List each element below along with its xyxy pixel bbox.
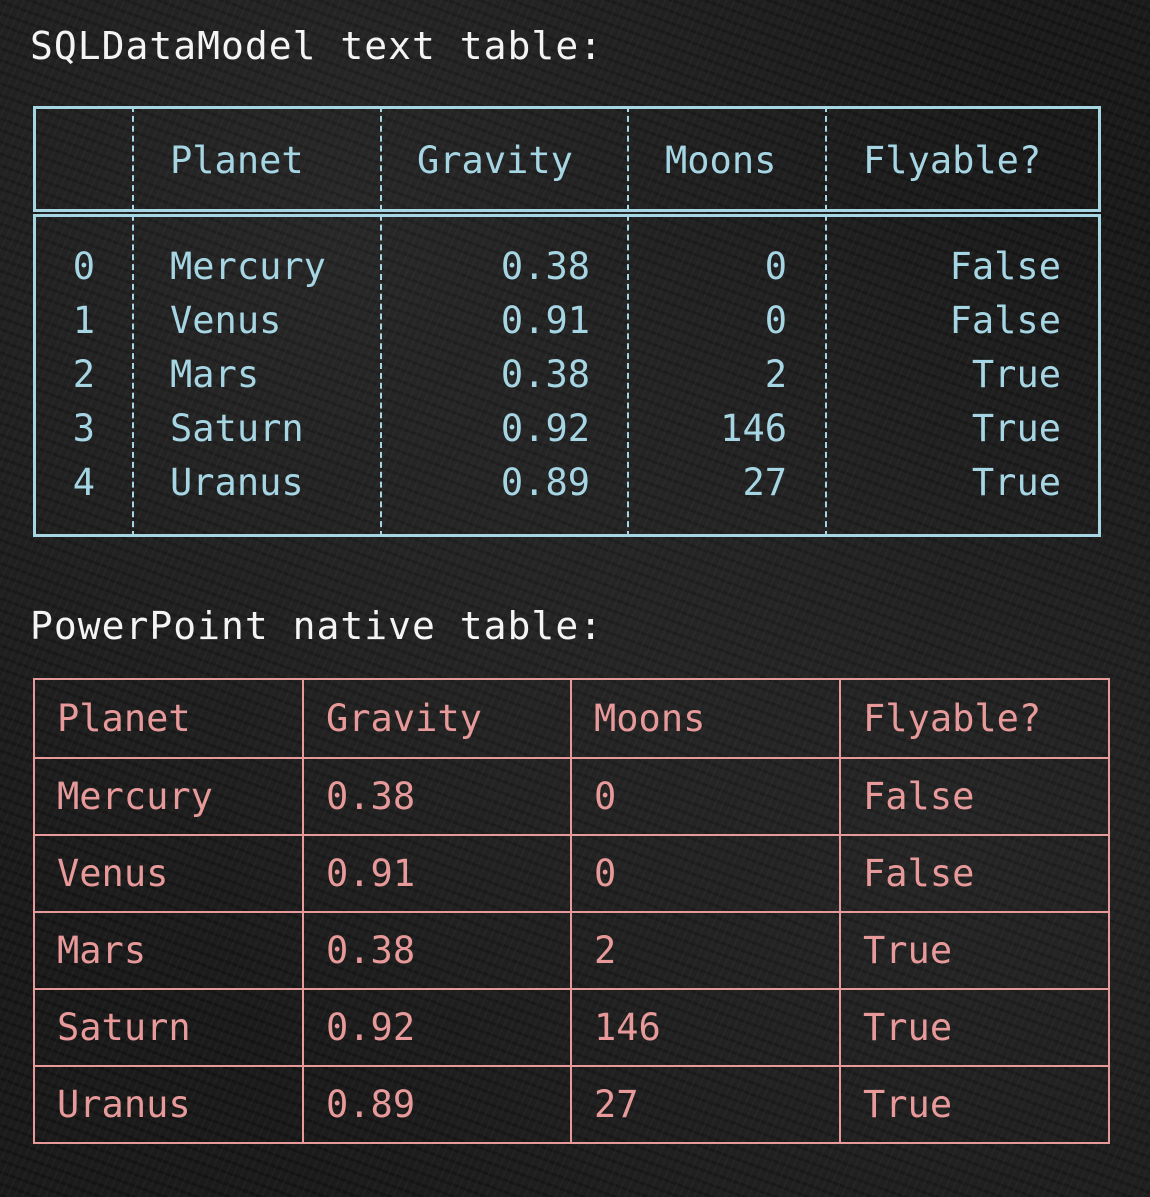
text-table-cell-planet: Mars — [170, 353, 260, 396]
text-table-header-gravity: Gravity — [417, 139, 573, 182]
text-table-cell-moons: 0 — [764, 299, 787, 342]
text-table-cell-planet: Venus — [170, 299, 282, 342]
native-table-cell-flyable: True — [839, 1065, 1110, 1144]
native-table-heading: PowerPoint native table: — [30, 604, 604, 648]
text-table-cell-moons: 27 — [742, 461, 787, 504]
native-table-cell-flyable: False — [839, 834, 1110, 913]
native-table-cell-moons: 146 — [570, 988, 841, 1067]
native-table-cell-moons: 2 — [570, 911, 841, 990]
text-table-cell-gravity: 0.91 — [500, 299, 590, 342]
text-table-cell-index: 4 — [72, 461, 95, 504]
text-table-cell-flyable: True — [971, 461, 1061, 504]
native-table-cell-gravity: 0.89 — [302, 1065, 572, 1144]
native-table-cell-planet: Mars — [33, 911, 304, 990]
native-table-cell-planet: Venus — [33, 834, 304, 913]
sqldatamodel-text-table: Planet Gravity Moons Flyable? 0 Mercury 0.… — [33, 106, 1101, 537]
text-table-cell-flyable: True — [971, 353, 1061, 396]
table-row: 2 Mars 0.38 2 True — [33, 356, 1101, 410]
text-table-cell-index: 2 — [72, 353, 95, 396]
native-table-header-row: Planet Gravity Moons Flyable? — [33, 678, 1110, 759]
text-table-header-moons: Moons — [665, 139, 777, 182]
table-row: Saturn 0.92 146 True — [33, 988, 1110, 1067]
text-table-header-flyable: Flyable? — [863, 139, 1042, 182]
text-table-cell-flyable: False — [949, 245, 1061, 288]
table-row: Mars 0.38 2 True — [33, 911, 1110, 990]
text-table-cell-flyable: False — [949, 299, 1061, 342]
text-table-cell-gravity: 0.38 — [500, 353, 590, 396]
table-row: Mercury 0.38 0 False — [33, 757, 1110, 836]
text-table-cell-moons: 2 — [764, 353, 787, 396]
text-table-cell-gravity: 0.92 — [500, 407, 590, 450]
powerpoint-native-table: Planet Gravity Moons Flyable? Mercury 0.3… — [33, 678, 1110, 1144]
native-table-cell-gravity: 0.92 — [302, 988, 572, 1067]
text-table-header-planet: Planet — [170, 139, 304, 182]
native-table-header-flyable: Flyable? — [839, 678, 1110, 759]
native-table-header-gravity: Gravity — [302, 678, 572, 759]
native-table-cell-planet: Saturn — [33, 988, 304, 1067]
table-row: 3 Saturn 0.92 146 True — [33, 410, 1101, 464]
table-row: 4 Uranus 0.89 27 True — [33, 464, 1101, 518]
text-table-cell-planet: Mercury — [170, 245, 326, 288]
text-table-cell-index: 0 — [72, 245, 95, 288]
text-table-cell-index: 3 — [72, 407, 95, 450]
text-table-cell-moons: 146 — [720, 407, 787, 450]
native-table-cell-moons: 0 — [570, 757, 841, 836]
text-table-cell-planet: Uranus — [170, 461, 304, 504]
native-table-cell-flyable: False — [839, 757, 1110, 836]
native-table-cell-gravity: 0.91 — [302, 834, 572, 913]
native-table-cell-planet: Uranus — [33, 1065, 304, 1144]
text-table-cell-flyable: True — [971, 407, 1061, 450]
table-row: Uranus 0.89 27 True — [33, 1065, 1110, 1144]
native-table-cell-gravity: 0.38 — [302, 757, 572, 836]
text-table-heading: SQLDataModel text table: — [30, 24, 604, 68]
text-table-cell-planet: Saturn — [170, 407, 304, 450]
text-table-cell-gravity: 0.38 — [500, 245, 590, 288]
native-table-cell-planet: Mercury — [33, 757, 304, 836]
native-table-cell-moons: 27 — [570, 1065, 841, 1144]
native-table-cell-flyable: True — [839, 911, 1110, 990]
table-row: Venus 0.91 0 False — [33, 834, 1110, 913]
text-table-cell-gravity: 0.89 — [500, 461, 590, 504]
text-table-cell-moons: 0 — [764, 245, 787, 288]
native-table-header-moons: Moons — [570, 678, 841, 759]
native-table-cell-flyable: True — [839, 988, 1110, 1067]
native-table-cell-moons: 0 — [570, 834, 841, 913]
table-row: 1 Venus 0.91 0 False — [33, 302, 1101, 356]
text-table-cell-index: 1 — [72, 299, 95, 342]
table-row: 0 Mercury 0.38 0 False — [33, 248, 1101, 302]
native-table-cell-gravity: 0.38 — [302, 911, 572, 990]
native-table-header-planet: Planet — [33, 678, 304, 759]
